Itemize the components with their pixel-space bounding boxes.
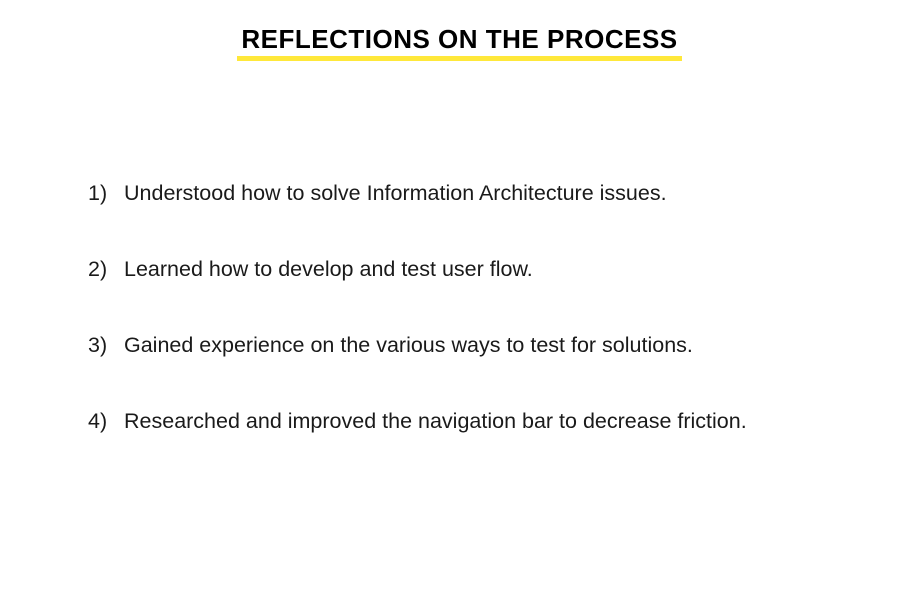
slide: REFLECTIONS ON THE PROCESS 1) Understood… [0, 0, 919, 613]
list-item-text: Learned how to develop and test user flo… [124, 257, 533, 281]
list-item-number: 1) [88, 181, 108, 205]
list-item-number: 2) [88, 257, 108, 281]
list-item-number: 3) [88, 333, 108, 357]
reflection-list: 1) Understood how to solve Information A… [88, 178, 898, 482]
list-item-text: Gained experience on the various ways to… [124, 333, 693, 357]
list-item: 2) Learned how to develop and test user … [88, 254, 898, 330]
title-container: REFLECTIONS ON THE PROCESS [0, 24, 919, 61]
list-item: 4) Researched and improved the navigatio… [88, 406, 898, 482]
list-item-text: Researched and improved the navigation b… [124, 409, 747, 433]
list-item-text: Understood how to solve Information Arch… [124, 181, 667, 205]
page-title: REFLECTIONS ON THE PROCESS [237, 24, 682, 61]
list-item: 3) Gained experience on the various ways… [88, 330, 898, 406]
list-item: 1) Understood how to solve Information A… [88, 178, 898, 254]
list-item-number: 4) [88, 409, 108, 433]
